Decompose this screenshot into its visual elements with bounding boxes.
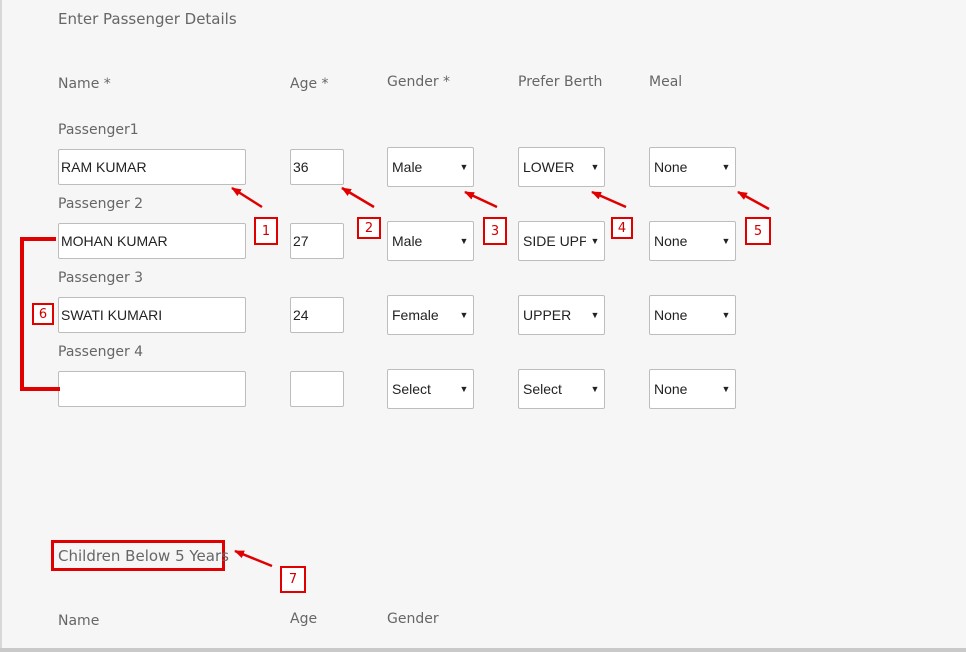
annotation-arrow [464, 190, 498, 209]
select-value: None [654, 307, 688, 323]
passenger-label: Passenger 3 [58, 270, 144, 286]
select-value: Select [392, 381, 431, 397]
input-value: RAM KUMAR [61, 159, 147, 175]
input-value: 27 [293, 233, 309, 249]
page-bottom-border [0, 648, 966, 652]
annotation-arrow [341, 186, 375, 209]
chevron-down-icon: ▼ [721, 384, 731, 394]
select-value: None [654, 381, 688, 397]
annotation-badge: 3 [483, 217, 507, 245]
passenger-name-input[interactable] [58, 371, 246, 407]
berth-select[interactable]: LOWER ▼ [518, 147, 605, 187]
input-value: MOHAN KUMAR [61, 233, 168, 249]
annotation-arrow [737, 190, 770, 211]
chevron-down-icon: ▼ [459, 310, 469, 320]
page-left-border [0, 0, 2, 652]
chevron-down-icon: ▼ [590, 384, 600, 394]
passenger-label: Passenger 2 [58, 196, 144, 212]
passenger-label: Passenger 4 [58, 344, 144, 360]
annotation-arrow [591, 190, 627, 209]
section-title: Enter Passenger Details [58, 10, 237, 28]
select-value: Female [392, 307, 439, 323]
chevron-down-icon: ▼ [721, 236, 731, 246]
select-value: Male [392, 233, 423, 249]
meal-select[interactable]: None ▼ [649, 221, 736, 261]
gender-select[interactable]: Male ▼ [387, 147, 474, 187]
select-value: None [654, 159, 688, 175]
children-header-age: Age [290, 611, 318, 627]
meal-select[interactable]: None ▼ [649, 369, 736, 409]
select-value: Select [523, 381, 562, 397]
annotation-arrow [231, 186, 263, 209]
header-age: Age * [290, 76, 329, 92]
gender-select[interactable]: Select ▼ [387, 369, 474, 409]
header-meal: Meal [649, 74, 683, 90]
chevron-down-icon: ▼ [459, 236, 469, 246]
header-berth: Prefer Berth [518, 74, 603, 90]
input-value: 24 [293, 307, 309, 323]
passenger-label: Passenger1 [58, 122, 139, 138]
passenger-age-input[interactable]: 36 [290, 149, 344, 185]
select-value: None [654, 233, 688, 249]
gender-select[interactable]: Male ▼ [387, 221, 474, 261]
passenger-name-input[interactable]: SWATI KUMARI [58, 297, 246, 333]
annotation-badge: 1 [254, 217, 278, 245]
passenger-name-input[interactable]: MOHAN KUMAR [58, 223, 246, 259]
chevron-down-icon: ▼ [459, 162, 469, 172]
annotation-badge: 6 [32, 303, 54, 325]
chevron-down-icon: ▼ [721, 162, 731, 172]
berth-select[interactable]: Select ▼ [518, 369, 605, 409]
chevron-down-icon: ▼ [590, 236, 600, 246]
children-header-name: Name [58, 613, 100, 629]
annotation-badge: 7 [280, 566, 306, 593]
chevron-down-icon: ▼ [721, 310, 731, 320]
meal-select[interactable]: None ▼ [649, 147, 736, 187]
children-section-title: Children Below 5 Years [58, 547, 229, 565]
passenger-age-input[interactable] [290, 371, 344, 407]
chevron-down-icon: ▼ [590, 162, 600, 172]
berth-select[interactable]: SIDE UPPER ▼ [518, 221, 605, 261]
children-header-gender: Gender [387, 611, 439, 627]
passenger-age-input[interactable]: 27 [290, 223, 344, 259]
annotation-badge: 2 [357, 217, 381, 239]
meal-select[interactable]: None ▼ [649, 295, 736, 335]
annotation-badge: 4 [611, 217, 633, 239]
passenger-age-input[interactable]: 24 [290, 297, 344, 333]
gender-select[interactable]: Female ▼ [387, 295, 474, 335]
annotation-arrow [234, 549, 273, 568]
input-value: 36 [293, 159, 309, 175]
passenger-name-input[interactable]: RAM KUMAR [58, 149, 246, 185]
chevron-down-icon: ▼ [459, 384, 469, 394]
annotation-badge: 5 [745, 217, 771, 245]
header-gender: Gender * [387, 74, 451, 90]
select-value: LOWER [523, 159, 575, 175]
chevron-down-icon: ▼ [590, 310, 600, 320]
select-value: Male [392, 159, 423, 175]
header-name: Name * [58, 76, 111, 92]
input-value: SWATI KUMARI [61, 307, 163, 323]
berth-select[interactable]: UPPER ▼ [518, 295, 605, 335]
select-value: UPPER [523, 307, 572, 323]
select-value: SIDE UPPER [523, 233, 586, 249]
